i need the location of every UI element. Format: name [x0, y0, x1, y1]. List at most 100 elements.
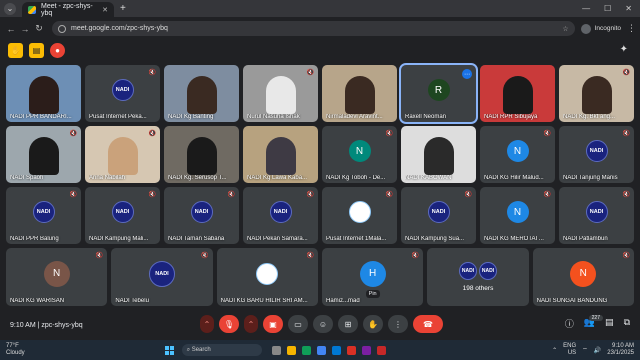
participant-tile[interactable]: NADI PPR BANDARI...	[6, 65, 81, 122]
activities-icon[interactable]: ⧉	[624, 317, 630, 330]
participant-tile[interactable]: NADI Kg. Serusop T...	[164, 126, 239, 183]
file-explorer-icon[interactable]	[286, 345, 296, 355]
participant-tile[interactable]: N 🔇 NADI KG Hilir Malud...	[480, 126, 555, 183]
participant-silhouette	[423, 137, 454, 175]
mic-off-button[interactable]: 🎙	[219, 315, 239, 333]
camera-options-icon[interactable]: ⌃	[244, 315, 258, 333]
participant-tile[interactable]: NADI Kg Banting	[164, 65, 239, 122]
taskbar-search-input[interactable]: ⌕ Search	[181, 344, 262, 356]
mic-muted-icon: 🔇	[306, 253, 314, 259]
tray-chevron-icon[interactable]: ⌃	[552, 347, 557, 354]
participant-silhouette	[28, 137, 59, 175]
app-icon-2[interactable]	[361, 345, 371, 355]
participant-tile[interactable]: 🔇 Nurul Nasuha Ishak	[243, 65, 318, 122]
participant-tile[interactable]: Nirmaladevi Aravint...	[322, 65, 397, 122]
tile-more-options-icon[interactable]: ⋯	[462, 69, 472, 79]
mic-muted-icon: 🔇	[201, 253, 209, 259]
participant-tile[interactable]: NADI 🔇 NADI Tebelu	[111, 248, 213, 306]
participant-tile[interactable]: NADI 🔇 NADI Kampung Mali...	[85, 187, 160, 244]
browser-menu-icon[interactable]: ⋮	[627, 23, 636, 34]
participant-tile[interactable]: NADI 🔇 Pusat Internet Peka...	[85, 65, 160, 122]
document-icon[interactable]: ▤	[29, 43, 44, 58]
edge-icon[interactable]	[331, 345, 341, 355]
bookmark-star-icon[interactable]: ☆	[562, 25, 568, 33]
chat-icon[interactable]: ▤	[605, 317, 614, 330]
pin-tooltip[interactable]: Pin	[365, 290, 380, 298]
participant-name: NADI PPR Balung	[10, 236, 59, 242]
widgets-icon[interactable]	[271, 345, 281, 355]
clock[interactable]: 9:10 AM 23/1/2025	[607, 343, 634, 357]
site-info-icon[interactable]	[58, 24, 66, 33]
participant-name: Arina Nabilah	[89, 175, 126, 181]
more-options-icon[interactable]: ⋮	[388, 315, 408, 333]
side-panel-controls: ⓘ 👥 227 ▤ ⧉	[565, 315, 630, 330]
participant-tile[interactable]: 🔇 NADI Spaoh	[6, 126, 81, 183]
participant-tile[interactable]: R ⋯ Raxell Neoman	[399, 63, 478, 124]
participant-silhouette	[186, 76, 217, 114]
reload-icon[interactable]: ↻	[32, 23, 46, 34]
participant-tile[interactable]: NADI 🔇 NADI PPR Balung	[6, 187, 81, 244]
participant-tile[interactable]: 🔇 Arina Nabilah	[85, 126, 160, 183]
tab-meet[interactable]: Meet - zpc-shys-ybq ✕	[22, 2, 114, 17]
hand-raise-icon[interactable]: ✋	[8, 43, 23, 58]
wifi-icon[interactable]: ⌔	[582, 346, 588, 354]
participant-tile[interactable]: 🔇 NADI KG BARU HILIR SRI AM...	[216, 248, 318, 306]
close-tab-icon[interactable]: ✕	[102, 6, 108, 14]
participant-tile[interactable]: N 🔇 NADI KG WARISAN	[6, 248, 108, 306]
participant-tile[interactable]: NADI 🔇 NADI Kampung Sua...	[401, 187, 476, 244]
participant-tile[interactable]: NADI 🔇 NADI Tanjung Manis	[559, 126, 634, 183]
mic-muted-icon: 🔇	[306, 70, 314, 76]
incognito-icon	[580, 23, 591, 34]
meeting-time: 9:10 AM	[10, 321, 36, 329]
emoji-button[interactable]: ☺	[313, 315, 333, 333]
tab-search-icon[interactable]: ⌄	[4, 2, 16, 15]
incognito-indicator[interactable]: Incognito	[580, 23, 621, 34]
mic-muted-icon: 🔇	[385, 192, 393, 198]
close-window-icon[interactable]: ✕	[625, 4, 632, 13]
participant-tile[interactable]: N 🔇 NADI KG MEROTAI ...	[480, 187, 555, 244]
volume-icon[interactable]: 🔊	[594, 347, 601, 354]
present-button[interactable]: ⊞	[338, 315, 358, 333]
captions-button[interactable]: ▭	[288, 315, 308, 333]
mic-muted-icon: 🔇	[95, 253, 104, 259]
weather-widget[interactable]: 77°F Cloudy	[6, 343, 25, 357]
sparkle-icon[interactable]: ✦	[620, 44, 628, 55]
participant-name: NADI Kg Lawa Kaba...	[247, 175, 308, 181]
participant-tile[interactable]: NADI NADI 198 others	[427, 248, 529, 306]
raise-hand-button[interactable]: ✋	[363, 315, 383, 333]
info-icon[interactable]: ⓘ	[565, 317, 574, 330]
mic-options-icon[interactable]: ⌃	[200, 315, 214, 333]
start-icon[interactable]	[164, 345, 174, 355]
system-tray: ⌃ ENG US ⌔ 🔊 9:10 AM 23/1/2025	[552, 343, 634, 357]
forward-icon[interactable]: →	[18, 24, 32, 34]
back-icon[interactable]: ←	[4, 24, 18, 34]
chrome-icon[interactable]	[316, 345, 326, 355]
new-tab-button[interactable]: +	[120, 3, 126, 14]
mic-muted-icon: 🔇	[69, 192, 77, 198]
participant-name: NADI RPR Sibujaya	[484, 114, 538, 120]
participant-tile[interactable]: 🔇 NADI Kg. Bkt ang...	[559, 65, 634, 122]
store-icon[interactable]	[301, 345, 311, 355]
participant-name: Pusat Internet 1Mala...	[326, 236, 387, 242]
maximize-icon[interactable]: ☐	[604, 4, 611, 13]
end-call-button[interactable]: ☎	[413, 315, 443, 333]
participant-tile[interactable]: 🔇 Pusat Internet 1Mala...	[322, 187, 397, 244]
participant-tile[interactable]: H 🔇 Pin Hamiz...mad	[321, 248, 424, 306]
participant-tile[interactable]: NADI Kg Lawa Kaba...	[243, 126, 318, 183]
participant-tile[interactable]: NADI 🔇 NADI Patlambun	[559, 187, 634, 244]
camera-off-button[interactable]: ▣	[263, 315, 283, 333]
participant-name: Hamiz...mad	[325, 298, 360, 304]
nadi-logo-icon: NADI	[585, 201, 608, 224]
participant-tile[interactable]: NADI RPR Sibujaya	[480, 65, 555, 122]
language-indicator[interactable]: ENG US	[563, 343, 576, 357]
app-icon[interactable]	[346, 345, 356, 355]
participant-tile[interactable]: NADI 🔇 NADI Taman Sabana	[164, 187, 239, 244]
participant-tile[interactable]: NADI 🔇 NADI Pekan Samara...	[243, 187, 318, 244]
mcafee-icon[interactable]	[376, 345, 386, 355]
participant-tile[interactable]: NADI KABOWAN	[401, 126, 476, 183]
recording-icon[interactable]: ●	[50, 43, 65, 58]
url-input[interactable]: meet.google.com/zpc-shys-ybq ☆	[52, 21, 575, 36]
minimize-icon[interactable]: —	[582, 4, 590, 13]
participant-tile[interactable]: N 🔇 NADI SUNGAI BANDUNG	[532, 248, 634, 306]
participant-tile[interactable]: N 🔇 NADI Kg Toboh - De...	[322, 126, 397, 183]
